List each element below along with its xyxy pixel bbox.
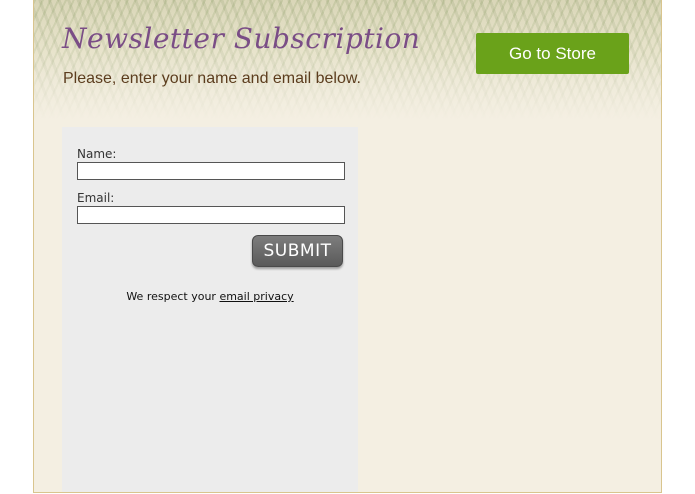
go-to-store-button[interactable]: Go to Store [476,33,629,74]
privacy-notice: We respect your email privacy [62,290,358,303]
page-title: Newsletter Subscription [62,22,421,55]
page-subtitle: Please, enter your name and email below. [63,70,361,87]
submit-button[interactable]: SUBMIT [252,235,343,267]
privacy-text: We respect your [126,290,216,303]
name-input[interactable] [77,162,345,180]
email-label: Email: [77,191,115,205]
email-input[interactable] [77,206,345,224]
newsletter-page: Newsletter Subscription Please, enter yo… [33,0,662,493]
email-privacy-link[interactable]: email privacy [219,290,293,303]
subscription-form-panel: Name: Email: SUBMIT We respect your emai… [62,127,358,492]
name-label: Name: [77,147,117,161]
